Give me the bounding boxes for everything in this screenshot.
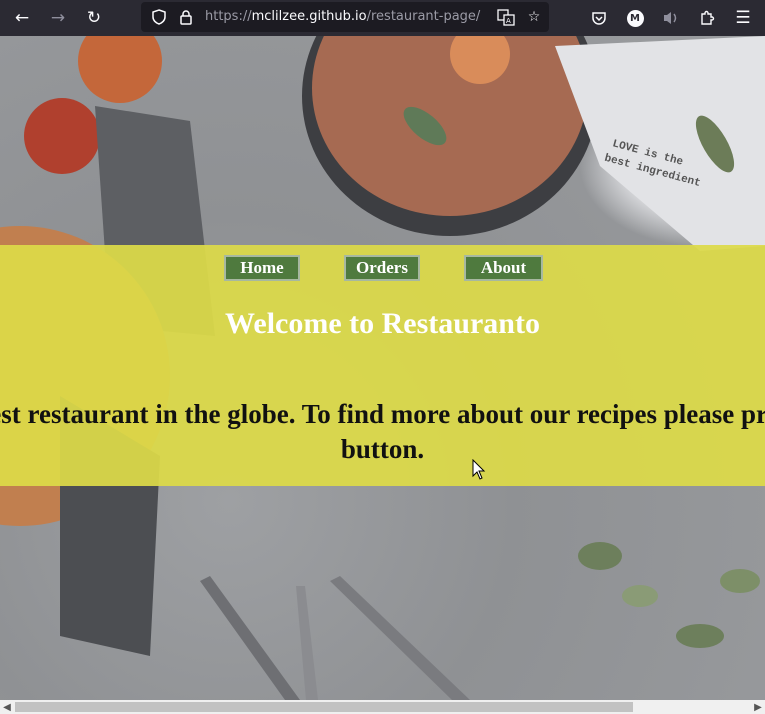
- eucalyptus-leaf-2: [622, 585, 658, 607]
- fork-left: [200, 576, 300, 700]
- home-button[interactable]: Home: [224, 255, 300, 281]
- url-bar[interactable]: https://mclilzee.github.io/restaurant-pa…: [141, 2, 549, 32]
- fork-middle: [296, 586, 318, 700]
- browser-toolbar: ← → ↻ https://mclilzee.github.io/restaur…: [0, 0, 765, 36]
- translate-icon[interactable]: A: [496, 7, 516, 27]
- shield-icon[interactable]: [149, 7, 169, 27]
- svg-text:A: A: [506, 17, 511, 25]
- url-host: mclilzee.github.io: [251, 9, 367, 24]
- back-arrow-icon[interactable]: ←: [8, 4, 36, 32]
- about-button[interactable]: About: [464, 255, 543, 281]
- scroll-left-icon[interactable]: ◀: [0, 700, 14, 714]
- main-nav: Home Orders About: [0, 254, 765, 284]
- orders-button[interactable]: Orders: [344, 255, 420, 281]
- menu-icon[interactable]: ☰: [729, 4, 757, 32]
- url-scheme: https://: [205, 9, 252, 24]
- hero-banner: Home Orders About Welcome to Restauranto…: [0, 245, 765, 486]
- fork-right: [330, 576, 470, 700]
- page-viewport: LOVE is the best ingredient Home Orders …: [0, 36, 765, 700]
- forward-arrow-icon[interactable]: →: [44, 4, 72, 32]
- hero-description: This is the finest restaurant in the glo…: [0, 399, 765, 464]
- star-icon[interactable]: ☆: [524, 7, 544, 27]
- reload-icon[interactable]: ↻: [80, 4, 108, 32]
- scrollbar-thumb[interactable]: [15, 702, 633, 712]
- pocket-icon[interactable]: [585, 4, 613, 32]
- account-initial: M: [626, 9, 644, 27]
- extensions-icon[interactable]: [693, 4, 721, 32]
- speaker-icon[interactable]: [657, 4, 685, 32]
- apple-left: [24, 98, 100, 174]
- mouse-cursor-icon: [472, 459, 486, 480]
- scroll-right-icon[interactable]: ▶: [751, 700, 765, 714]
- apple-top: [78, 36, 162, 103]
- horizontal-scrollbar[interactable]: ◀ ▶: [0, 700, 765, 714]
- lock-icon[interactable]: [176, 7, 196, 27]
- url-path: /restaurant-page/: [366, 9, 481, 24]
- eucalyptus-leaf-3: [676, 624, 724, 648]
- eucalyptus-leaf-4: [720, 569, 760, 593]
- page-title: Welcome to Restauranto: [225, 307, 540, 340]
- url-text[interactable]: https://mclilzee.github.io/restaurant-pa…: [205, 9, 480, 24]
- account-icon[interactable]: M: [621, 4, 649, 32]
- eucalyptus-leaf-1: [578, 542, 622, 570]
